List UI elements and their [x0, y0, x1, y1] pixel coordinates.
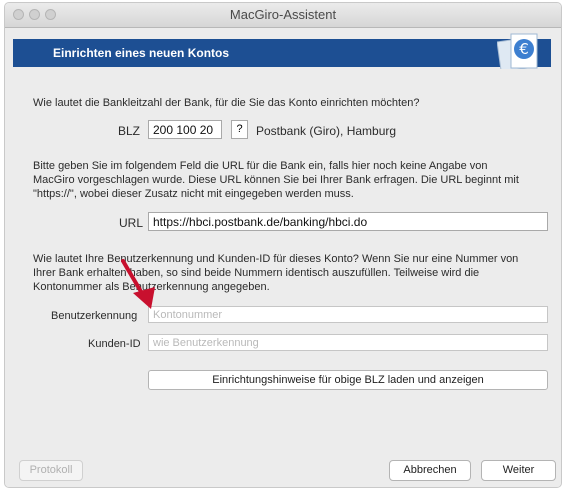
- macgiro-logo-icon: €: [497, 33, 538, 72]
- user-info-line-1: Wie lautet Ihre Benutzerkennung und Kund…: [33, 253, 519, 265]
- page-title: Einrichten eines neuen Kontos: [53, 46, 230, 60]
- svg-text:€: €: [519, 40, 529, 58]
- protocol-button[interactable]: Protokoll: [19, 460, 83, 481]
- blz-label: BLZ: [118, 124, 141, 138]
- url-info-line-2: MacGiro vorgeschlagen wurde. Diese URL k…: [33, 174, 519, 186]
- blz-input[interactable]: 200 100 20: [148, 120, 222, 139]
- customer-id-input[interactable]: wie Benutzerkennung: [148, 334, 548, 351]
- cancel-button[interactable]: Abbrechen: [389, 460, 471, 481]
- content-area: Wie lautet die Bankleitzahl der Bank, fü…: [5, 69, 561, 487]
- url-input[interactable]: https://hbci.postbank.de/banking/hbci.do: [148, 212, 548, 231]
- assistant-window: MacGiro-Assistent Einrichten eines neuen…: [4, 2, 562, 488]
- window-title: MacGiro-Assistent: [229, 7, 337, 22]
- blz-help-button[interactable]: ?: [231, 120, 248, 139]
- url-info-line-1: Bitte geben Sie im folgendem Feld die UR…: [33, 160, 488, 172]
- user-info-line-2: Ihrer Bank erhalten haben, so sind beide…: [33, 267, 480, 279]
- user-id-input[interactable]: Kontonummer: [148, 306, 548, 323]
- bank-name: Postbank (Giro), Hamburg: [256, 124, 397, 138]
- blz-question: Wie lautet die Bankleitzahl der Bank, fü…: [33, 97, 420, 109]
- next-button[interactable]: Weiter: [481, 460, 556, 481]
- header-band: Einrichten eines neuen Kontos: [13, 39, 551, 67]
- url-info-line-3: "https://", wobei dieser Zusatz nicht mi…: [33, 188, 354, 200]
- red-arrow-icon: [121, 259, 155, 309]
- customer-id-label: Kunden-ID: [88, 338, 141, 350]
- url-label: URL: [119, 216, 144, 230]
- load-instructions-button[interactable]: Einrichtungshinweise für obige BLZ laden…: [148, 370, 548, 390]
- title-bar: MacGiro-Assistent: [5, 3, 561, 28]
